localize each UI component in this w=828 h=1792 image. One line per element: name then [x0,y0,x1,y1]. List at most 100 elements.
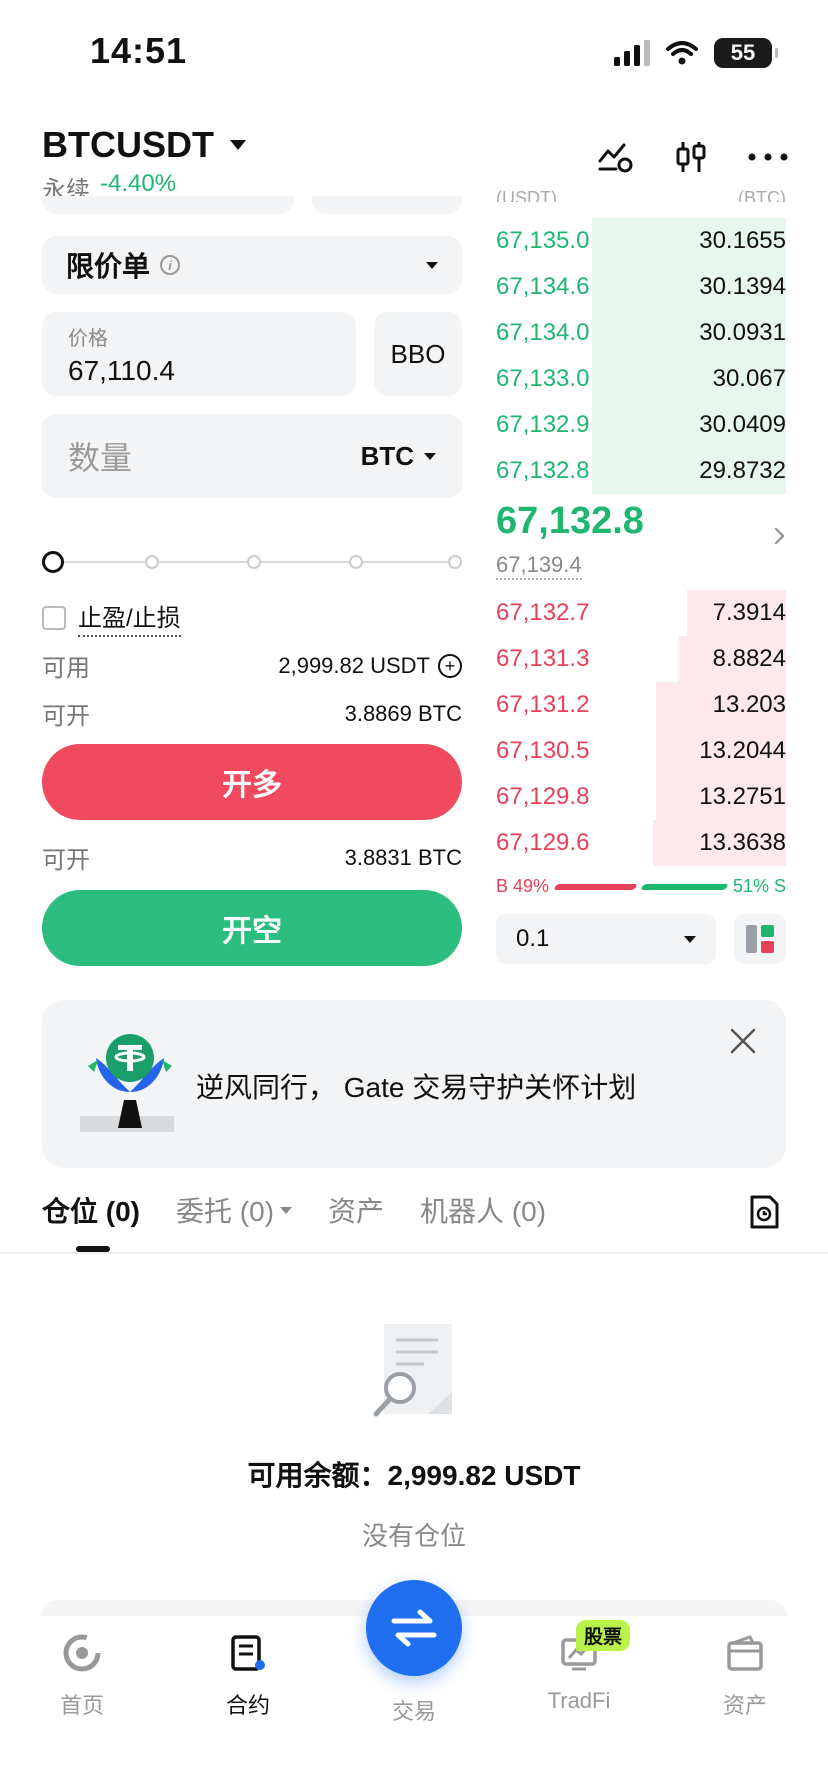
tpsl-toggle[interactable]: 止盈/止损 [42,598,181,637]
ask-row[interactable]: 67,134.0 30.0931 [496,310,786,356]
ask-price: 67,134.0 [496,319,590,346]
ask-qty: 30.1655 [699,227,786,254]
available-row: 可用 2,999.82 USDT + [42,648,462,683]
add-funds-icon[interactable]: + [438,653,462,678]
tab-assets[interactable]: 资产 [328,1190,384,1230]
tab-positions[interactable]: 仓位 (0) [42,1190,140,1230]
chevron-down-icon [684,935,696,943]
ask-price: 67,135.0 [496,227,590,254]
orderbook-price-header: (USDT) [496,188,557,202]
pair-selector[interactable]: BTCUSDT [42,124,246,166]
battery-icon: 55 [714,38,778,68]
futures-icon [231,1635,265,1671]
bid-price: 67,131.2 [496,691,590,718]
buy-sell-ratio: B 49% 51% S [496,876,786,897]
slider-tick-25[interactable] [145,555,159,569]
price-alert-icon[interactable] [598,141,634,173]
bid-row[interactable]: 67,130.5 13.2044 [496,728,786,774]
stocks-badge: 股票 [576,1620,631,1651]
orderbook-layout-button[interactable] [734,914,786,964]
bid-qty: 13.3638 [699,829,786,856]
close-icon[interactable] [728,1026,758,1056]
ask-row[interactable]: 67,135.0 30.1655 [496,218,786,264]
candlestick-chart-icon[interactable] [674,140,708,174]
bid-row[interactable]: 67,132.7 7.3914 [496,590,786,636]
bid-qty: 13.2751 [699,783,786,810]
available-label: 可用 [42,655,90,682]
bid-row[interactable]: 67,129.8 13.2751 [496,774,786,820]
leverage-selector[interactable] [312,196,462,214]
bid-price: 67,130.5 [496,737,590,764]
nav-futures[interactable]: 合约 [193,1634,303,1720]
sell-ratio: 51% S [732,876,786,896]
history-icon[interactable] [748,1194,780,1230]
quantity-input[interactable]: 数量 BTC [42,414,462,498]
mark-price[interactable]: 67,139.4 [496,552,582,580]
buy-ratio: B 49% [496,876,550,896]
info-icon[interactable]: i [160,255,181,275]
sell-ratio-bar [640,883,729,890]
empty-message: 没有仓位 [361,1521,466,1551]
pair-name: BTCUSDT [42,124,214,165]
slider-handle[interactable] [42,551,64,573]
ask-qty: 30.0931 [699,319,786,346]
bid-row[interactable]: 67,129.6 13.3638 [496,820,786,866]
open-long-label: 可开 [42,703,90,730]
tpsl-checkbox[interactable] [42,605,66,630]
price-label: 价格 [68,328,108,350]
position-tabs: 仓位 (0) 委托 (0) 资产 机器人 (0) [42,1190,546,1230]
open-long-row: 可开 3.8869 BTC [42,696,462,731]
nav-assets[interactable]: 资产 [690,1634,800,1720]
nav-trade-label: 交易 [391,1699,436,1724]
price-value[interactable]: 67,110.4 [68,355,330,387]
trade-fab-button[interactable] [366,1580,462,1676]
divider [0,1252,828,1254]
ask-qty: 29.8732 [699,457,786,484]
last-price[interactable]: 67,132.8 [496,500,644,543]
ask-row[interactable]: 67,132.8 29.8732 [496,448,786,494]
bid-price: 67,129.8 [496,783,590,810]
bbo-button[interactable]: BBO [374,312,462,396]
slider-tick-75[interactable] [349,555,363,569]
more-icon[interactable] [748,153,788,161]
depth-step-select[interactable]: 0.1 [496,914,716,964]
swap-arrows-icon [391,1609,437,1647]
slider-tick-100[interactable] [448,555,462,569]
status-time: 14:51 [90,30,188,71]
quantity-placeholder: 数量 [68,440,133,476]
slider-tick-50[interactable] [247,555,261,569]
chevron-down-icon [229,140,246,150]
margin-mode-selector[interactable] [42,196,294,214]
bid-row[interactable]: 67,131.2 13.203 [496,682,786,728]
order-type-select[interactable]: 限价单 i [42,236,462,294]
wallet-icon [727,1635,763,1671]
tether-care-illustration [80,1034,174,1132]
ask-row[interactable]: 67,133.0 30.067 [496,356,786,402]
bid-qty: 13.2044 [699,737,786,764]
tab-bots[interactable]: 机器人 (0) [420,1190,546,1230]
open-short-button[interactable]: 开空 [42,890,462,966]
bid-price: 67,132.7 [496,599,590,626]
ask-price: 67,132.9 [496,411,590,438]
nav-futures-label: 合约 [225,1693,270,1718]
tab-orders-label: 委托 (0) [176,1196,275,1227]
layout-icon [746,925,774,953]
bid-row[interactable]: 67,131.3 8.8824 [496,636,786,682]
chevron-down-icon [426,261,438,269]
ask-price: 67,134.6 [496,273,590,300]
ask-row[interactable]: 67,132.9 30.0409 [496,402,786,448]
ask-qty: 30.067 [712,365,786,392]
chevron-right-icon[interactable] [767,527,785,545]
tab-orders[interactable]: 委托 (0) [176,1190,293,1230]
ask-price: 67,132.8 [496,457,590,484]
home-icon [63,1634,101,1672]
bid-qty: 8.8824 [712,645,786,672]
nav-home[interactable]: 首页 [27,1634,137,1720]
open-long-value: 3.8869 BTC [344,700,462,726]
price-input[interactable]: 价格 67,110.4 [42,312,356,396]
ask-row[interactable]: 67,134.6 30.1394 [496,264,786,310]
chevron-down-icon [280,1206,293,1214]
status-icons: 55 [614,38,778,68]
quantity-unit-select[interactable]: BTC [361,441,436,472]
open-long-button[interactable]: 开多 [42,744,462,820]
